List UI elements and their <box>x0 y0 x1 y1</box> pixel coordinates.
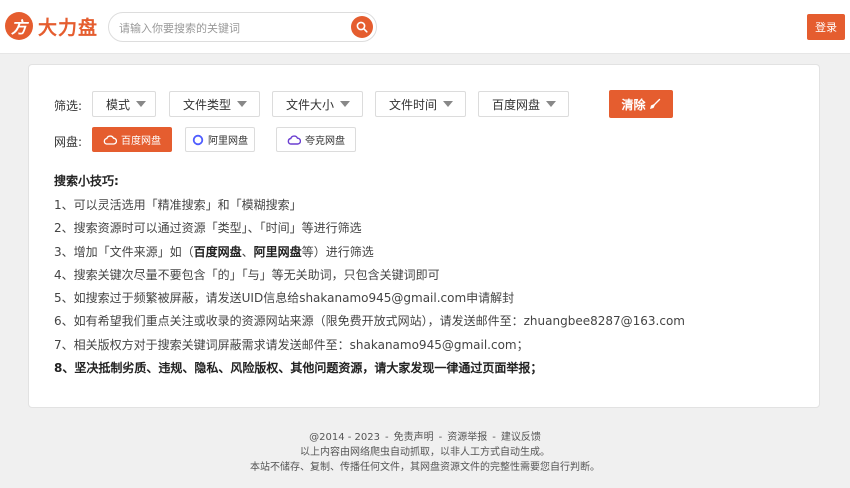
filter-file-type-dropdown[interactable]: 文件类型 <box>169 91 260 117</box>
tip-text: 、 <box>241 244 254 259</box>
tip-item: 7、相关版权方对于搜索关键词屏蔽需求请发送邮件至：shakanamo945@gm… <box>54 337 529 352</box>
filter-file-time-label: 文件时间 <box>389 97 438 112</box>
tip-item: 3、增加「文件来源」如（百度网盘、阿里网盘等）进行筛选 <box>54 243 814 266</box>
search-box <box>108 12 377 42</box>
quark-cloud-icon <box>287 134 301 145</box>
tip-item: 2、搜索资源时可以通过资源「类型」、「时间」等进行筛选 <box>54 221 362 236</box>
footer-links: @2014 - 2023- 免责声明 - 资源举报 - 建议反馈 <box>0 430 850 445</box>
disk-baidu-button[interactable]: 百度网盘 <box>92 127 172 152</box>
top-header: 方 大力盘 登录 <box>0 0 850 54</box>
logo-text: 大力盘 <box>38 16 99 39</box>
report-link[interactable]: 资源举报 <box>447 432 487 443</box>
tip-text: 等）进行筛选 <box>301 244 374 259</box>
tip-item: 5、如搜索过于频繁被屏蔽，请发送UID信息给shakanamo945@gmail… <box>54 291 515 306</box>
disclaimer-link[interactable]: 免责声明 <box>394 432 434 443</box>
search-tips: 搜索小技巧: 1、可以灵活选用「精准搜索」和「模糊搜索」 2、搜索资源时可以通过… <box>54 172 814 382</box>
tip-highlight: 百度网盘 <box>193 244 242 259</box>
tip-highlight: 阿里网盘 <box>253 244 302 259</box>
caret-down-icon <box>340 101 351 107</box>
caret-down-icon <box>546 101 557 107</box>
disk-aliyun-button[interactable]: 阿里网盘 <box>185 127 255 152</box>
filter-file-time-dropdown[interactable]: 文件时间 <box>375 91 466 117</box>
filter-source-dropdown[interactable]: 百度网盘 <box>478 91 569 117</box>
caret-down-icon <box>136 101 147 107</box>
disk-baidu-label: 百度网盘 <box>121 136 161 147</box>
login-button[interactable]: 登录 <box>807 14 845 40</box>
disk-quark-button[interactable]: 夸克网盘 <box>276 127 356 152</box>
tip-item: 1、可以灵活选用「精准搜索」和「模糊搜索」 <box>54 198 302 212</box>
tip-item: 4、搜索关键次尽量不要包含「的」「与」等无关助词，只包含关键词即可 <box>54 267 440 282</box>
search-input[interactable] <box>119 18 344 38</box>
clear-filters-button[interactable]: 清除 <box>609 90 673 118</box>
search-panel: 筛选: 模式 文件类型 文件大小 文件时间 百度网盘 清除 网盘: 百度网盘 阿… <box>28 64 820 408</box>
logo-mark-icon: 方 <box>5 12 33 40</box>
tip-text: 3、增加「文件来源」如（ <box>54 244 194 259</box>
filter-file-size-label: 文件大小 <box>286 97 335 112</box>
caret-down-icon <box>237 101 248 107</box>
filter-file-type-label: 文件类型 <box>183 97 232 112</box>
clear-label: 清除 <box>621 97 646 112</box>
search-button[interactable] <box>351 16 373 38</box>
disk-quark-label: 夸克网盘 <box>305 136 345 147</box>
footer-separator: - <box>385 432 389 443</box>
filter-mode-dropdown[interactable]: 模式 <box>92 91 156 117</box>
page-footer: @2014 - 2023- 免责声明 - 资源举报 - 建议反馈 以上内容由网络爬虫自动抓… <box>0 430 850 475</box>
feedback-link[interactable]: 建议反馈 <box>501 432 541 443</box>
footer-separator: - <box>492 432 496 443</box>
tips-title: 搜索小技巧: <box>54 174 119 188</box>
footer-separator: - <box>438 432 443 443</box>
disk-aliyun-label: 阿里网盘 <box>208 136 248 147</box>
tip-item: 6、如有希望我们重点关注或收录的资源网站来源（限免费开放式网站），请发送邮件至：… <box>54 314 685 329</box>
footer-note: 本站不储存、复制、传播任何文件，其网盘资源文件的完整性需要您自行判断。 <box>250 462 600 473</box>
filter-mode-label: 模式 <box>106 97 131 112</box>
filter-file-size-dropdown[interactable]: 文件大小 <box>272 91 363 117</box>
footer-note: 以上内容由网络爬虫自动抓取，以非人工方式自动生成。 <box>300 447 550 458</box>
search-icon <box>356 21 368 33</box>
broom-icon <box>649 98 660 109</box>
disk-label: 网盘: <box>54 135 83 149</box>
aliyun-drive-icon <box>192 134 204 145</box>
filter-source-label: 百度网盘 <box>492 97 541 112</box>
filter-label: 筛选: <box>54 99 83 113</box>
tip-item: 8、坚决抵制劣质、违规、隐私、风险版权、其他问题资源，请大家发现一律通过页面举报… <box>54 361 543 376</box>
site-logo[interactable]: 方 大力盘 <box>5 12 98 40</box>
caret-down-icon <box>443 101 454 107</box>
copyright-text: @2014 - 2023 <box>309 432 381 443</box>
baidu-cloud-icon <box>103 134 117 145</box>
